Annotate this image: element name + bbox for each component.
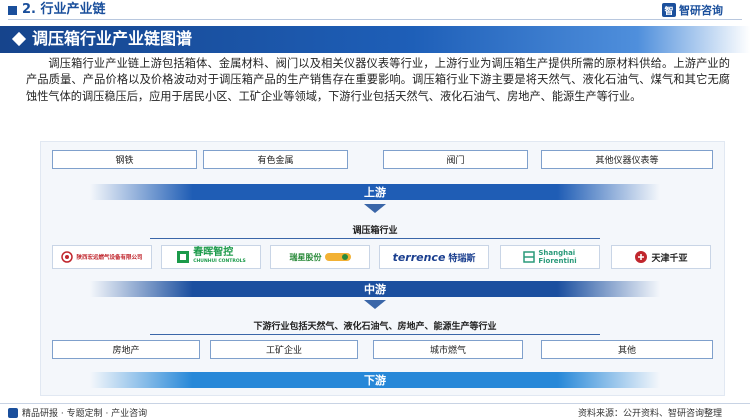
brand-icon — [8, 407, 18, 418]
company-logo: Shanghai Fiorentini — [500, 245, 600, 269]
brand-logo: 智 智研咨询 — [662, 2, 723, 18]
company-logo: 瑞星股份 — [270, 245, 370, 269]
company-emblem-icon — [177, 251, 190, 263]
midstream-label: 调压箱行业 — [352, 226, 398, 236]
company-name: 天津千亚 — [651, 253, 688, 264]
midstream-divider — [150, 238, 600, 239]
downstream-item: 房地产 — [52, 340, 200, 359]
company-emblem-icon — [523, 251, 536, 263]
company-logo: 春晖智控 CHUNHUI CONTROLS — [161, 245, 261, 269]
upstream-band: 上游 — [90, 184, 660, 200]
footer-tagline-text: 精品研报 · 专题定制 · 产业咨询 — [22, 409, 148, 419]
company-subname: Fiorentini — [538, 257, 577, 265]
down-arrow-icon — [364, 204, 386, 213]
header-divider — [8, 19, 742, 20]
company-name: 春晖智控 — [193, 247, 234, 258]
upstream-item: 其他仪器仪表等 — [541, 150, 713, 169]
company-logo: 陕西宏远燃气设备有限公司 — [52, 245, 152, 269]
downstream-item: 城市燃气 — [373, 340, 523, 359]
brand-name: 智研咨询 — [679, 4, 723, 17]
company-name: Shanghai — [538, 249, 576, 257]
section-heading: 2. 行业产业链 — [22, 2, 106, 17]
upstream-item: 钢铁 — [52, 150, 197, 169]
company-subname: 特瑞斯 — [448, 253, 476, 264]
intro-paragraph: 调压箱行业产业链上游包括箱体、金属材料、阀门以及相关仪器仪表等行业，上游行业为调… — [26, 57, 730, 103]
company-name: terrence — [392, 250, 446, 264]
company-emblem-icon — [635, 251, 648, 263]
upstream-item: 阀门 — [383, 150, 528, 169]
downstream-band: 下游 — [90, 372, 660, 388]
company-subname: CHUNHUI CONTROLS — [193, 259, 246, 264]
upstream-item: 有色金属 — [203, 150, 348, 169]
page-title: 调压箱行业产业链图谱 — [32, 29, 193, 48]
company-logo: 天津千亚 — [611, 245, 711, 269]
source-note: 资料来源：公开资料、智研咨询整理 — [578, 409, 723, 419]
downstream-item: 工矿企业 — [210, 340, 358, 359]
midstream-band: 中游 — [90, 281, 660, 297]
footer-divider — [0, 403, 750, 404]
footer-tagline: 精品研报 · 专题定制 · 产业咨询 — [8, 406, 147, 419]
company-name: 瑞星股份 — [289, 252, 322, 262]
company-emblem-icon — [61, 251, 74, 263]
downstream-divider — [150, 334, 600, 335]
brand-logo-icon: 智 — [662, 3, 676, 17]
company-name: 陕西宏远燃气设备有限公司 — [76, 255, 143, 261]
downstream-item: 其他 — [541, 340, 713, 359]
company-emblem-icon — [324, 253, 351, 261]
company-logo: terrence 特瑞斯 — [379, 245, 489, 269]
down-arrow-icon — [364, 300, 386, 309]
downstream-label: 下游行业包括天然气、液化石油气、房地产、能源生产等行业 — [253, 322, 497, 332]
section-marker — [8, 6, 17, 15]
